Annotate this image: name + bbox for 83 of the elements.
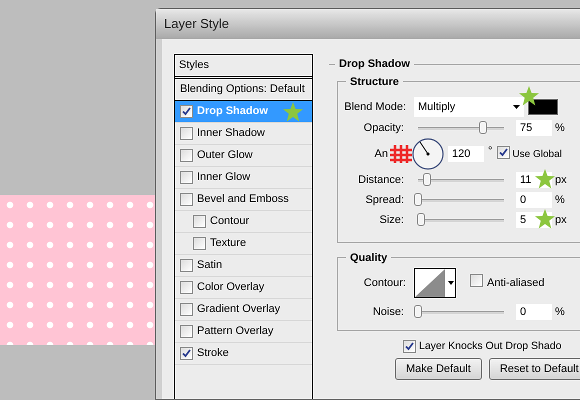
style-list-item[interactable]: Outer Glow <box>175 145 312 167</box>
section-title: Drop Shadow <box>339 57 410 72</box>
checkbox[interactable] <box>180 171 193 184</box>
value-field[interactable]: 0 <box>516 304 552 320</box>
caret-icon <box>513 105 520 109</box>
unit-label: % <box>555 304 565 320</box>
star-icon <box>534 208 556 230</box>
style-label: Stroke <box>197 346 229 362</box>
anti-aliased-label: Anti-aliased <box>487 276 544 291</box>
contour-curve-icon <box>415 269 445 297</box>
unit-label: ° <box>488 144 492 159</box>
checkbox[interactable] <box>193 237 206 250</box>
dialog-button[interactable]: Make Default <box>395 358 482 380</box>
color-swatch[interactable] <box>528 99 558 115</box>
star-icon <box>534 168 556 190</box>
slider-thumb[interactable] <box>414 193 422 206</box>
contour-picker[interactable] <box>414 268 456 298</box>
style-list-item[interactable]: Color Overlay <box>175 277 312 299</box>
slider-thumb[interactable] <box>416 213 425 226</box>
slider-label: Size: <box>378 212 405 228</box>
checkbox[interactable] <box>180 303 193 316</box>
use-global-label: Use Global <box>512 148 562 162</box>
slider-label: Noise: <box>372 304 405 320</box>
style-label: Bevel and Emboss <box>197 192 289 208</box>
checkbox[interactable] <box>180 259 193 272</box>
style-label: Drop Shadow <box>197 104 268 120</box>
unit-label: px <box>555 172 567 188</box>
window-title: Layer Style <box>164 15 230 34</box>
checkbox[interactable] <box>180 127 193 140</box>
style-list-item[interactable]: Pattern Overlay <box>175 321 312 343</box>
style-list-item[interactable]: Stroke <box>175 343 312 365</box>
blend-mode-dropdown[interactable]: Multiply <box>414 97 524 117</box>
slider-thumb[interactable] <box>478 121 486 134</box>
unit-label: px <box>555 212 567 228</box>
checkbox[interactable] <box>180 347 193 360</box>
star-icon <box>518 85 540 107</box>
slider-thumb[interactable] <box>422 173 431 186</box>
group-title: Structure <box>350 76 399 88</box>
contour-label: Contour: <box>362 276 407 291</box>
checkbox[interactable] <box>180 193 193 206</box>
checkbox[interactable] <box>470 274 483 287</box>
slider-label: Spread: <box>364 192 405 208</box>
style-list-item[interactable]: Inner Shadow <box>175 123 312 145</box>
checkbox[interactable] <box>180 105 193 118</box>
angle-label: An <box>374 146 388 162</box>
angle-dial[interactable] <box>412 138 444 170</box>
style-label: Pattern Overlay <box>197 324 274 340</box>
group-title: Quality <box>350 252 388 264</box>
style-label: Contour <box>210 214 250 230</box>
style-list-item[interactable]: Bevel and Emboss <box>175 189 312 211</box>
slider-label: Opacity: <box>362 120 405 136</box>
style-list-item[interactable]: Satin <box>175 255 312 277</box>
slider-thumb[interactable] <box>414 305 422 318</box>
style-list-item[interactable]: Texture <box>175 233 312 255</box>
checkbox[interactable] <box>403 340 416 353</box>
panel-header: Styles <box>179 58 209 74</box>
dialog-button[interactable]: Reset to Default <box>488 358 580 380</box>
style-label: Outer Glow <box>197 148 253 164</box>
style-list-item[interactable]: Inner Glow <box>175 167 312 189</box>
checkbox[interactable] <box>180 149 193 162</box>
style-label: Inner Shadow <box>197 126 265 142</box>
style-label: Color Overlay <box>197 280 264 296</box>
checkbox[interactable] <box>180 325 193 338</box>
knocks-out-label: Layer Knocks Out Drop Shado <box>419 338 562 354</box>
style-list-item[interactable]: Contour <box>175 211 312 233</box>
blend-mode-label: Blend Mode: <box>343 100 407 115</box>
value-field[interactable]: 0 <box>516 192 552 208</box>
style-label: Inner Glow <box>197 170 250 186</box>
unit-label: % <box>555 192 565 208</box>
hash-mark-icon <box>388 144 414 164</box>
checkbox[interactable] <box>180 281 193 294</box>
checkbox[interactable] <box>497 146 510 159</box>
style-list-item[interactable]: Gradient Overlay <box>175 299 312 321</box>
style-label: Gradient Overlay <box>197 302 280 318</box>
style-label: Texture <box>210 236 246 252</box>
angle-field[interactable]: 120 <box>448 146 484 162</box>
value-field[interactable]: 75 <box>516 120 552 136</box>
unit-label: % <box>555 120 565 136</box>
slider-label: Distance: <box>357 172 405 188</box>
caret-icon <box>448 281 454 285</box>
style-label: Satin <box>197 258 222 274</box>
checkbox[interactable] <box>193 215 206 228</box>
star-icon <box>282 100 304 122</box>
